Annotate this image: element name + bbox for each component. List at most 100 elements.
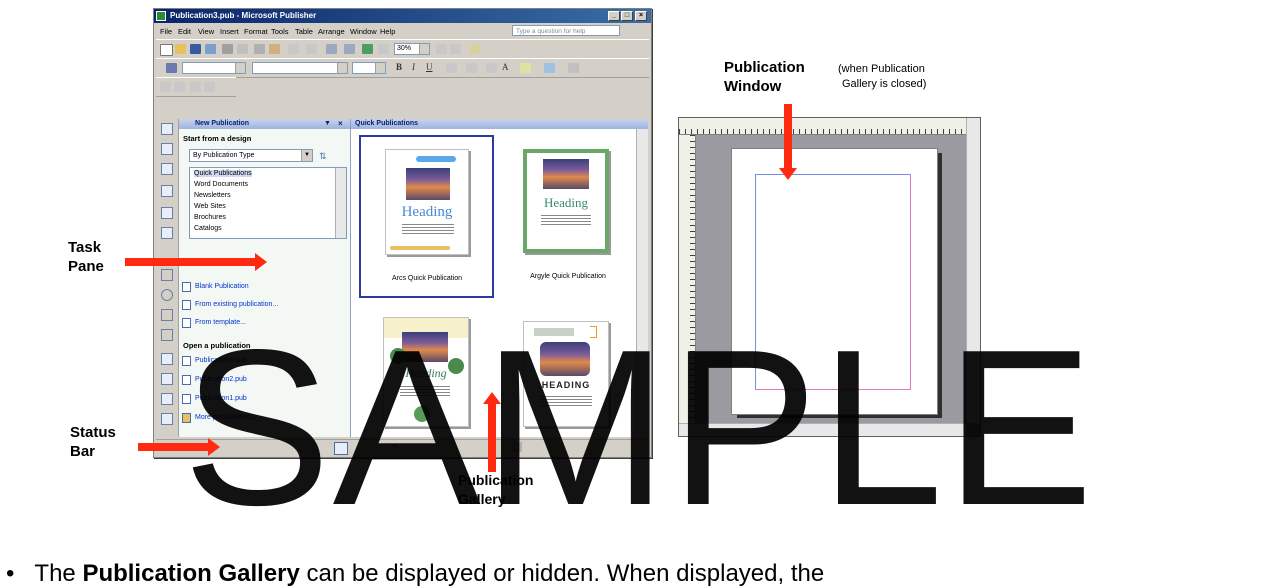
window-title: Publication3.pub - Microsoft Publisher: [170, 11, 317, 20]
list-scrollbar[interactable]: [335, 168, 346, 238]
html-fragment-tool-icon[interactable]: [161, 393, 173, 405]
sunset-photo: [402, 332, 448, 362]
autoshapes-tool-icon[interactable]: [161, 329, 173, 341]
gallery-item-3[interactable]: Heading: [359, 309, 494, 437]
vertical-ruler[interactable]: [679, 135, 696, 425]
paste-icon[interactable]: [269, 44, 280, 54]
blank-publication-link[interactable]: Blank Publication: [195, 283, 249, 290]
sort-icon[interactable]: ⇅: [319, 151, 327, 162]
clip-art-tool-icon[interactable]: [161, 227, 173, 239]
menu-insert[interactable]: Insert: [220, 27, 239, 36]
menu-view[interactable]: View: [198, 27, 214, 36]
list-item[interactable]: Brochures: [194, 214, 226, 221]
rectangle-tool-icon[interactable]: [161, 309, 173, 321]
line-tool-icon[interactable]: [161, 269, 173, 281]
list-item[interactable]: Catalogs: [194, 225, 222, 232]
oval-tool-icon[interactable]: [161, 289, 173, 301]
menu-table[interactable]: Table: [295, 27, 313, 36]
task-pane-menu-arrow-icon[interactable]: ▼: [324, 119, 331, 129]
list-item[interactable]: Newsletters: [194, 192, 231, 199]
style-select[interactable]: [182, 62, 246, 74]
thumbnail-heading: Heading: [401, 204, 453, 220]
gallery-item-argyle[interactable]: Heading Argyle Quick Publication: [501, 135, 636, 298]
menu-file[interactable]: File: [160, 27, 172, 36]
more-publications-link[interactable]: More publications...: [195, 414, 256, 421]
font-size-select[interactable]: [352, 62, 386, 74]
vertical-scrollbar[interactable]: [966, 118, 980, 423]
font-select[interactable]: [252, 62, 348, 74]
gallery-item-4[interactable]: HEADING: [501, 309, 636, 437]
list-item[interactable]: Word Documents: [194, 181, 248, 188]
publication-type-list[interactable]: Quick Publications Word Documents Newsle…: [189, 167, 347, 239]
print-preview-icon[interactable]: [237, 44, 248, 54]
wordart-tool-icon[interactable]: [161, 185, 173, 197]
font-color-icon[interactable]: [568, 63, 579, 73]
horizontal-ruler[interactable]: [679, 118, 969, 135]
restore-button[interactable]: □: [621, 11, 633, 21]
menu-format[interactable]: Format: [244, 27, 268, 36]
publication-file-icon: [182, 394, 191, 404]
recent-file-link[interactable]: Publication1.pub: [195, 395, 247, 402]
italic-button[interactable]: I: [412, 62, 415, 72]
publication-type-select[interactable]: By Publication Type ▼: [189, 149, 313, 162]
text-box-tool-icon[interactable]: [161, 143, 173, 155]
open-icon[interactable]: [175, 44, 186, 54]
bring-forward-icon[interactable]: [326, 44, 337, 54]
hotspot-tool-icon[interactable]: [161, 353, 173, 365]
email-icon[interactable]: [205, 44, 216, 54]
next-frame-icon[interactable]: [204, 82, 215, 92]
menu-edit[interactable]: Edit: [178, 27, 191, 36]
line-color-icon[interactable]: [544, 63, 555, 73]
from-template-link[interactable]: From template...: [195, 319, 246, 326]
page-navigation-icon[interactable]: [334, 442, 348, 455]
picture-tool-icon[interactable]: [161, 207, 173, 219]
numbering-icon[interactable]: [466, 63, 477, 73]
cut-icon[interactable]: [254, 44, 265, 54]
increase-font-button[interactable]: A: [502, 62, 509, 72]
underline-button[interactable]: U: [426, 62, 433, 72]
minimize-button[interactable]: _: [608, 11, 620, 21]
objects-toolbar: [156, 119, 179, 437]
close-button[interactable]: ×: [635, 11, 647, 21]
recent-file-link[interactable]: Publication2.pub: [195, 376, 247, 383]
decrease-font-icon[interactable]: [486, 63, 497, 73]
list-item[interactable]: Web Sites: [194, 203, 226, 210]
style-icon[interactable]: [166, 63, 177, 73]
fill-color-icon[interactable]: [520, 63, 531, 73]
gallery-item-arcs[interactable]: Heading Arcs Quick Publication: [359, 135, 494, 298]
undo-icon[interactable]: [288, 44, 299, 54]
previous-frame-icon[interactable]: [190, 82, 201, 92]
list-item[interactable]: Quick Publications: [194, 170, 252, 177]
disconnect-frames-icon[interactable]: [174, 82, 185, 92]
gallery-scrollbar[interactable]: [636, 129, 648, 437]
recent-file-link[interactable]: Publication3.pub: [195, 357, 247, 364]
menu-help[interactable]: Help: [380, 27, 395, 36]
select-tool-icon[interactable]: [161, 123, 173, 135]
new-icon[interactable]: [160, 44, 173, 56]
print-icon[interactable]: [222, 44, 233, 54]
publication-gallery-callout: Publication Gallery: [458, 471, 533, 509]
body-text-suffix: can be displayed or hidden. When display…: [299, 560, 825, 587]
task-pane-close-icon[interactable]: ×: [338, 119, 343, 129]
redo-icon[interactable]: [306, 44, 317, 54]
ask-question-input[interactable]: Type a question for help: [512, 25, 620, 36]
horizontal-scrollbar[interactable]: [679, 423, 966, 436]
design-gallery-tool-icon[interactable]: [161, 413, 173, 425]
connect-frames-icon[interactable]: [160, 82, 171, 92]
help-icon[interactable]: [470, 44, 481, 54]
from-existing-link[interactable]: From existing publication...: [195, 301, 278, 308]
rotate-icon[interactable]: [344, 44, 355, 54]
save-icon[interactable]: [190, 44, 201, 54]
menu-arrange[interactable]: Arrange: [318, 27, 345, 36]
menu-window[interactable]: Window: [350, 27, 377, 36]
table-tool-icon[interactable]: [161, 163, 173, 175]
bold-button[interactable]: B: [396, 62, 402, 72]
align-icon[interactable]: [446, 63, 457, 73]
zoom-in-icon[interactable]: [450, 44, 461, 54]
menu-tools[interactable]: Tools: [271, 27, 289, 36]
columns-icon[interactable]: [378, 44, 389, 54]
zoom-select[interactable]: 30%: [394, 43, 430, 55]
form-control-tool-icon[interactable]: [161, 373, 173, 385]
insert-hyperlink-icon[interactable]: [362, 44, 373, 54]
zoom-out-icon[interactable]: [436, 44, 447, 54]
